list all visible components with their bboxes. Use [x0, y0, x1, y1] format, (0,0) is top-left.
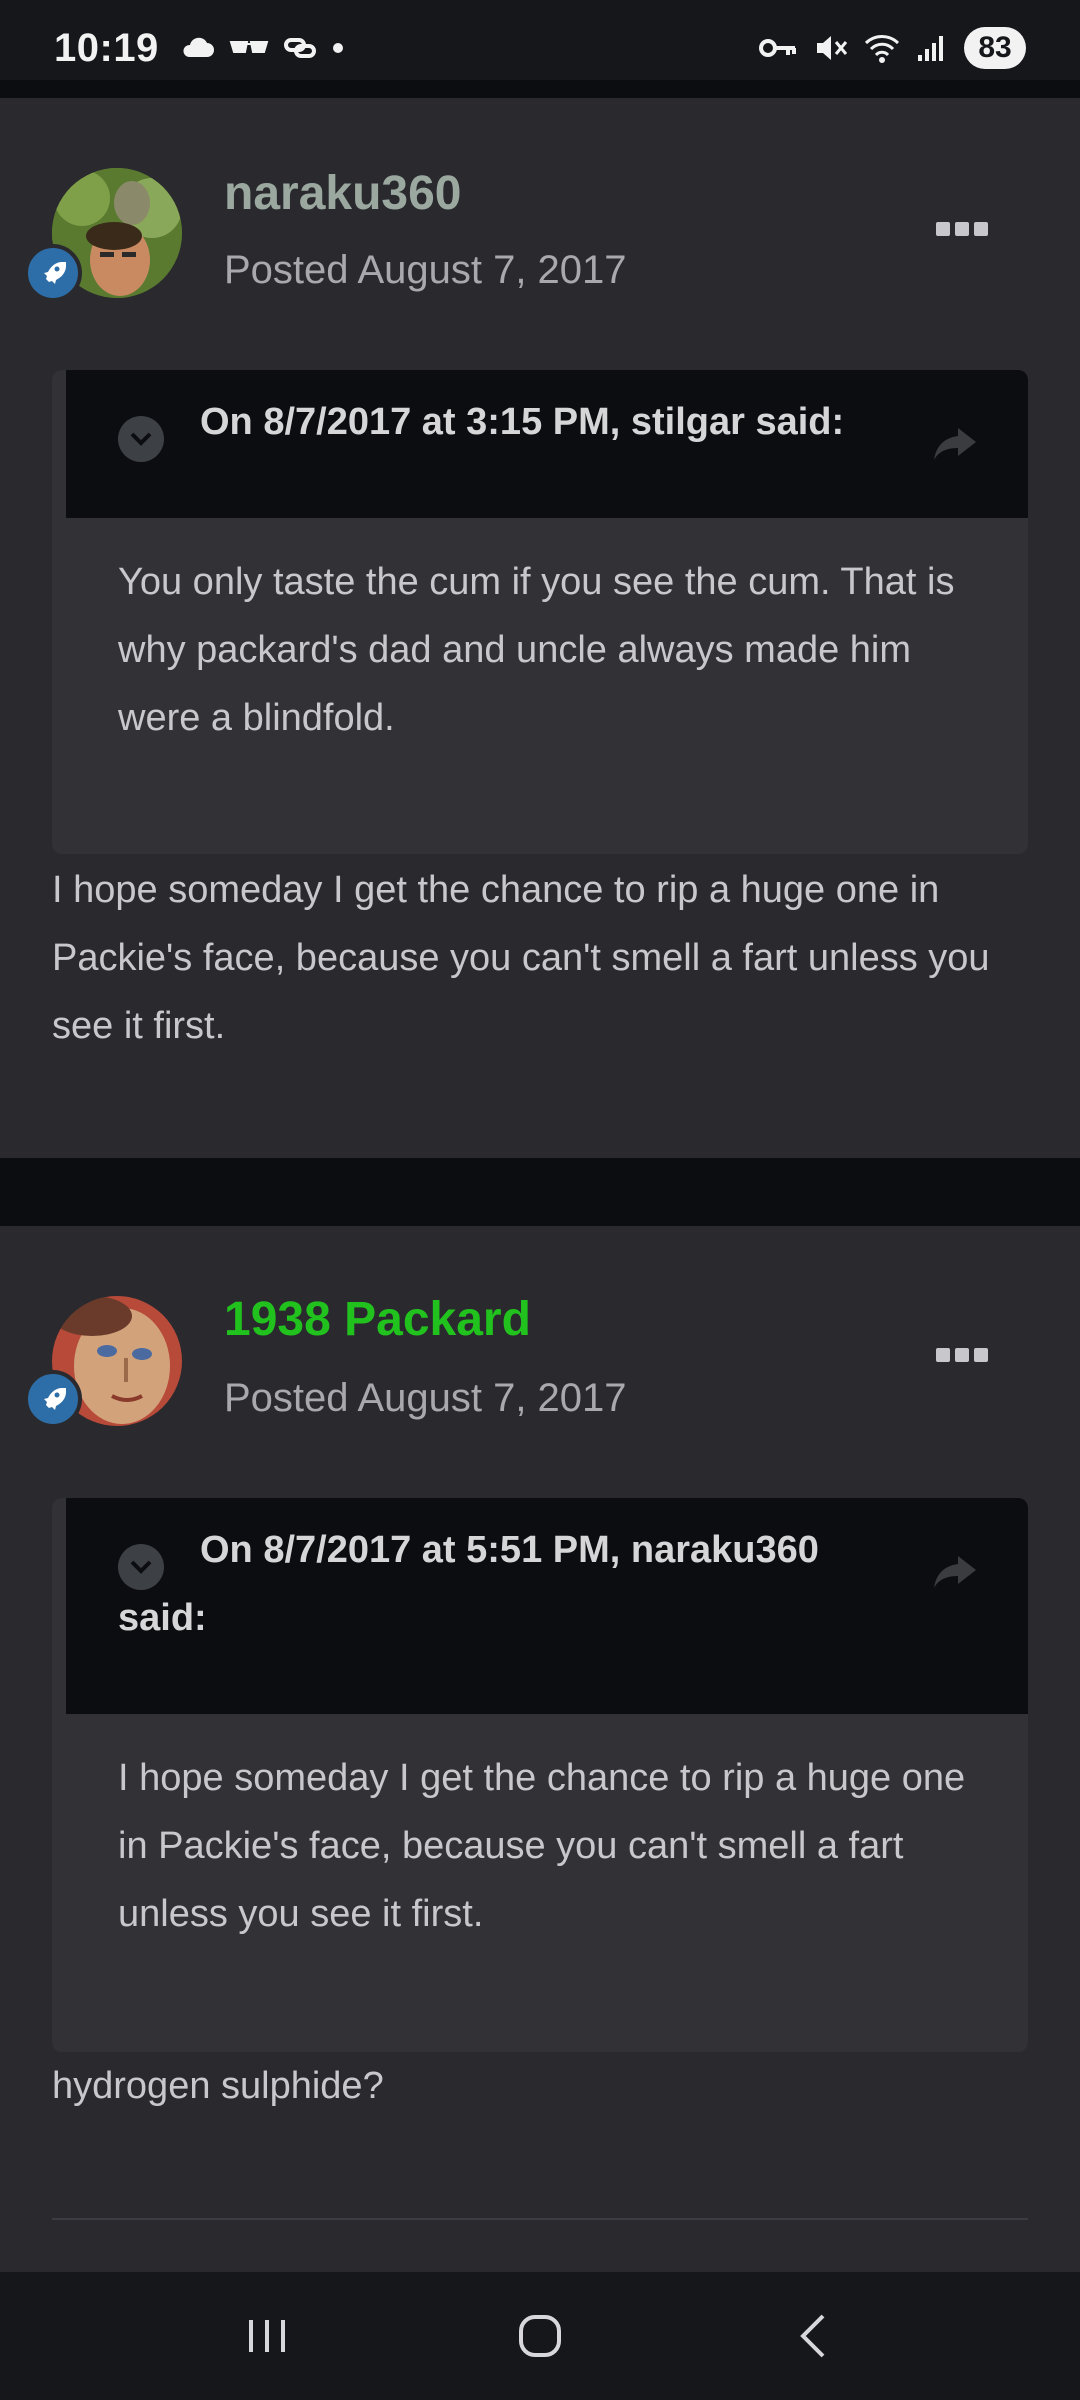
dot-icon — [974, 222, 988, 236]
battery-indicator: 83 — [964, 27, 1026, 69]
share-arrow-icon[interactable] — [932, 1544, 978, 1612]
back-icon — [800, 2314, 825, 2358]
quote-body: I hope someday I get the chance to rip a… — [118, 1757, 966, 1935]
quote-block: On 8/7/2017 at 5:51 PM, naraku360 said: … — [52, 1498, 1028, 2052]
dot-icon — [955, 222, 969, 236]
post-author-name[interactable]: 1938 Packard — [224, 1293, 531, 1346]
rocket-icon — [44, 1388, 66, 1410]
quote-header-text: On 8/7/2017 at 3:15 PM, stilgar said: — [200, 401, 845, 443]
dot-icon — [974, 1348, 988, 1362]
back-button[interactable] — [753, 2286, 873, 2386]
link-icon — [283, 38, 316, 58]
cloud-icon — [183, 37, 214, 57]
post-author-name[interactable]: naraku360 — [224, 167, 462, 220]
post-date: Posted August 7, 2017 — [224, 248, 627, 292]
quote-header[interactable]: On 8/7/2017 at 5:51 PM, naraku360 said: — [66, 1498, 1028, 1714]
signal-icon — [918, 36, 943, 61]
quote-header[interactable]: On 8/7/2017 at 3:15 PM, stilgar said: — [66, 370, 1028, 518]
dot-icon — [955, 1348, 969, 1362]
quote-block: On 8/7/2017 at 3:15 PM, stilgar said: Yo… — [52, 370, 1028, 854]
post-text: I hope someday I get the chance to rip a… — [52, 869, 990, 1047]
glasses-icon — [229, 41, 269, 53]
rocket-icon — [44, 262, 66, 284]
divider — [52, 2218, 1028, 2220]
recent-apps-button[interactable] — [207, 2286, 327, 2386]
recent-apps-icon — [248, 2320, 285, 2352]
wifi-icon — [864, 35, 900, 63]
post-author[interactable]: naraku360 — [224, 166, 462, 221]
home-icon — [518, 2315, 561, 2357]
chevron-down-icon[interactable] — [118, 416, 164, 462]
rank-badge — [24, 1370, 82, 1428]
dot-icon — [332, 43, 343, 53]
dot-icon — [936, 222, 950, 236]
post-menu-button[interactable] — [936, 1348, 988, 1362]
rank-badge — [24, 244, 82, 302]
home-button[interactable] — [480, 2286, 600, 2386]
share-arrow-icon[interactable] — [932, 416, 978, 484]
post-text: hydrogen sulphide? — [52, 2065, 384, 2107]
system-nav-bar — [0, 2272, 1080, 2400]
chevron-down-icon[interactable] — [118, 1544, 164, 1590]
post-date: Posted August 7, 2017 — [224, 1376, 627, 1420]
post-menu-button[interactable] — [936, 222, 988, 236]
mute-icon — [817, 36, 848, 60]
status-time: 10:19 — [54, 25, 159, 70]
dot-icon — [936, 1348, 950, 1362]
quote-header-text: On 8/7/2017 at 5:51 PM, naraku360 said: — [118, 1529, 819, 1639]
post-separator — [0, 1158, 1080, 1226]
post-author[interactable]: 1938 Packard — [224, 1292, 531, 1347]
key-icon — [759, 39, 796, 57]
top-strip — [0, 80, 1080, 98]
quote-body: You only taste the cum if you see the cu… — [118, 561, 955, 739]
